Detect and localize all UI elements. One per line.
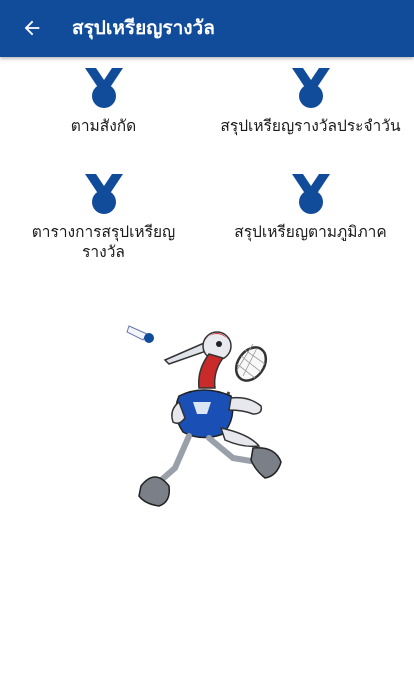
menu-item-daily-medals[interactable]: สรุปเหรียญรางวัลประจำวัน [207,66,414,136]
menu-item-label: ตามสังกัด [70,117,137,135]
app-bar: สรุปเหรียญรางวัล [0,0,414,57]
page-title: สรุปเหรียญรางวัล [72,17,215,39]
menu-item-label: สรุปเหรียญตามภูมิภาค [234,223,387,241]
menu-item-medal-table[interactable]: ตารางการสรุปเหรียญ รางวัล [0,172,207,262]
medal-icon [291,68,330,108]
medal-icon [84,68,123,108]
arrow-left-icon [24,20,40,36]
medal-icon [84,174,123,214]
medal-icon [291,174,330,214]
back-button[interactable] [18,14,46,42]
menu-item-label: สรุปเหรียญรางวัลประจำวัน [220,117,401,135]
menu-item-label: ตารางการสรุปเหรียญ รางวัล [31,223,176,261]
shuttlecock-icon [126,325,154,343]
menu-item-by-affiliation[interactable]: ตามสังกัด [0,66,207,136]
mascot-image [126,325,282,507]
menu-item-by-region[interactable]: สรุปเหรียญตามภูมิภาค [207,172,414,242]
